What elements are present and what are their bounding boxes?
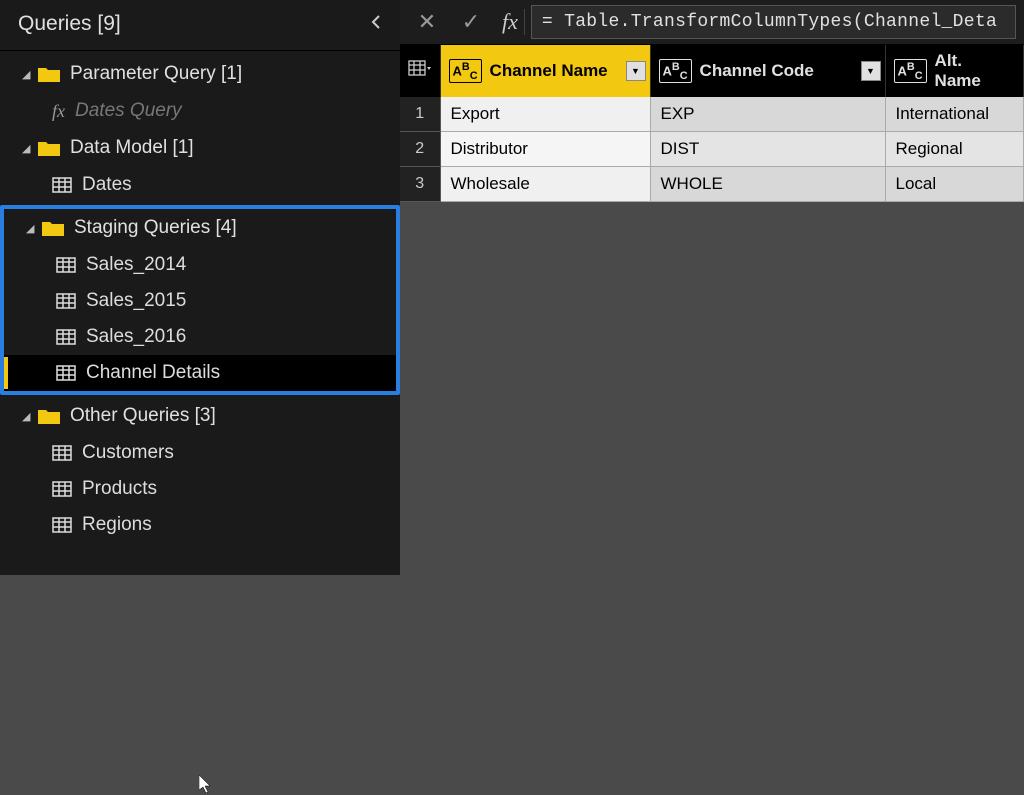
tree-item-dates[interactable]: Dates <box>0 167 400 203</box>
column-filter-dropdown[interactable]: ▼ <box>861 61 881 81</box>
cell[interactable]: Regional <box>885 132 1024 167</box>
group-header-staging-queries[interactable]: ◢ Staging Queries [4] <box>4 209 396 247</box>
column-header-channel-name[interactable]: ABC Channel Name ▼ <box>440 45 650 97</box>
fx-icon: fx <box>52 101 65 122</box>
item-label: Dates <box>82 174 132 196</box>
table-icon <box>56 365 76 381</box>
text-type-icon: ABC <box>659 59 692 84</box>
group-header-parameter-query[interactable]: ◢ Parameter Query [1] <box>0 55 400 93</box>
folder-icon <box>38 140 60 156</box>
tree-group-data-model: ◢ Data Model [1] Dates <box>0 129 400 203</box>
tree-item-regions[interactable]: Regions <box>0 507 400 543</box>
row-number: 2 <box>400 132 440 167</box>
sidebar-title: Queries [9] <box>18 12 121 36</box>
item-label: Products <box>82 478 157 500</box>
expand-arrow-icon: ◢ <box>22 68 32 81</box>
column-name: Alt. Name <box>935 51 989 91</box>
cell[interactable]: Distributor <box>440 132 650 167</box>
row-number: 3 <box>400 167 440 202</box>
column-name: Channel Code <box>700 61 814 81</box>
tree-group-parameter-query: ◢ Parameter Query [1] fx Dates Query <box>0 55 400 129</box>
item-label: Channel Details <box>86 362 220 384</box>
formula-input[interactable] <box>531 5 1016 39</box>
tree-group-other-queries: ◢ Other Queries [3] Customers Products <box>0 397 400 543</box>
tree-item-sales-2016[interactable]: Sales_2016 <box>4 319 396 355</box>
group-label: Data Model [1] <box>70 137 194 159</box>
table-icon <box>56 257 76 273</box>
cell[interactable]: Export <box>440 97 650 132</box>
item-label: Sales_2016 <box>86 326 186 348</box>
table-row[interactable]: 2 Distributor DIST Regional <box>400 132 1024 167</box>
group-header-other-queries[interactable]: ◢ Other Queries [3] <box>0 397 400 435</box>
folder-icon <box>38 408 60 424</box>
main-panel: ✕ ✓ fx ABC Channel Name <box>400 0 1024 575</box>
item-label: Sales_2015 <box>86 290 186 312</box>
folder-icon <box>42 220 64 236</box>
tree-item-dates-query[interactable]: fx Dates Query <box>0 93 400 129</box>
item-label: Regions <box>82 514 152 536</box>
table-icon <box>52 481 72 497</box>
expand-arrow-icon: ◢ <box>22 142 32 155</box>
collapse-sidebar-icon[interactable] <box>370 14 382 35</box>
item-label: Customers <box>82 442 174 464</box>
confirm-formula-button[interactable]: ✓ <box>452 6 490 38</box>
tree-item-customers[interactable]: Customers <box>0 435 400 471</box>
cell[interactable]: EXP <box>650 97 885 132</box>
table-icon <box>52 517 72 533</box>
text-type-icon: ABC <box>894 59 927 84</box>
tree-item-sales-2014[interactable]: Sales_2014 <box>4 247 396 283</box>
cell[interactable]: DIST <box>650 132 885 167</box>
column-name: Channel Name <box>490 61 608 81</box>
group-label: Other Queries [3] <box>70 405 216 427</box>
tree-item-channel-details[interactable]: Channel Details <box>4 355 396 391</box>
staging-queries-highlight: ◢ Staging Queries [4] Sales_2014 <box>0 205 400 395</box>
cell[interactable]: WHOLE <box>650 167 885 202</box>
tree-item-products[interactable]: Products <box>0 471 400 507</box>
table-icon <box>56 329 76 345</box>
expand-arrow-icon: ◢ <box>22 410 32 423</box>
queries-tree: ◢ Parameter Query [1] fx Dates Query ◢ D… <box>0 51 400 543</box>
data-table-container: ABC Channel Name ▼ ABC Channel Code ▼ <box>400 45 1024 202</box>
item-label: Sales_2014 <box>86 254 186 276</box>
cell[interactable]: Wholesale <box>440 167 650 202</box>
queries-sidebar: Queries [9] ◢ Parameter Query [1] fx Dat… <box>0 0 400 575</box>
fx-label[interactable]: fx <box>496 9 525 35</box>
selection-indicator <box>4 357 8 389</box>
column-filter-dropdown[interactable]: ▼ <box>626 61 646 81</box>
tree-group-staging-queries: ◢ Staging Queries [4] Sales_2014 <box>4 209 396 391</box>
table-icon <box>56 293 76 309</box>
folder-icon <box>38 66 60 82</box>
group-header-data-model[interactable]: ◢ Data Model [1] <box>0 129 400 167</box>
expand-arrow-icon: ◢ <box>26 222 36 235</box>
cancel-formula-button[interactable]: ✕ <box>408 6 446 38</box>
cell[interactable]: International <box>885 97 1024 132</box>
data-table: ABC Channel Name ▼ ABC Channel Code ▼ <box>400 45 1024 202</box>
mouse-cursor-icon <box>199 775 213 795</box>
table-corner-menu[interactable] <box>400 45 440 97</box>
table-icon <box>52 445 72 461</box>
cell[interactable]: Local <box>885 167 1024 202</box>
tree-item-sales-2015[interactable]: Sales_2015 <box>4 283 396 319</box>
sidebar-header: Queries [9] <box>0 0 400 51</box>
text-type-icon: ABC <box>449 59 482 84</box>
item-label: Dates Query <box>75 100 182 122</box>
table-row[interactable]: 1 Export EXP International <box>400 97 1024 132</box>
table-icon <box>52 177 72 193</box>
group-label: Staging Queries [4] <box>74 217 237 239</box>
column-header-alt-name[interactable]: ABC Alt. Name <box>885 45 1024 97</box>
table-row[interactable]: 3 Wholesale WHOLE Local <box>400 167 1024 202</box>
column-header-channel-code[interactable]: ABC Channel Code ▼ <box>650 45 885 97</box>
formula-bar: ✕ ✓ fx <box>400 0 1024 45</box>
group-label: Parameter Query [1] <box>70 63 242 85</box>
row-number: 1 <box>400 97 440 132</box>
